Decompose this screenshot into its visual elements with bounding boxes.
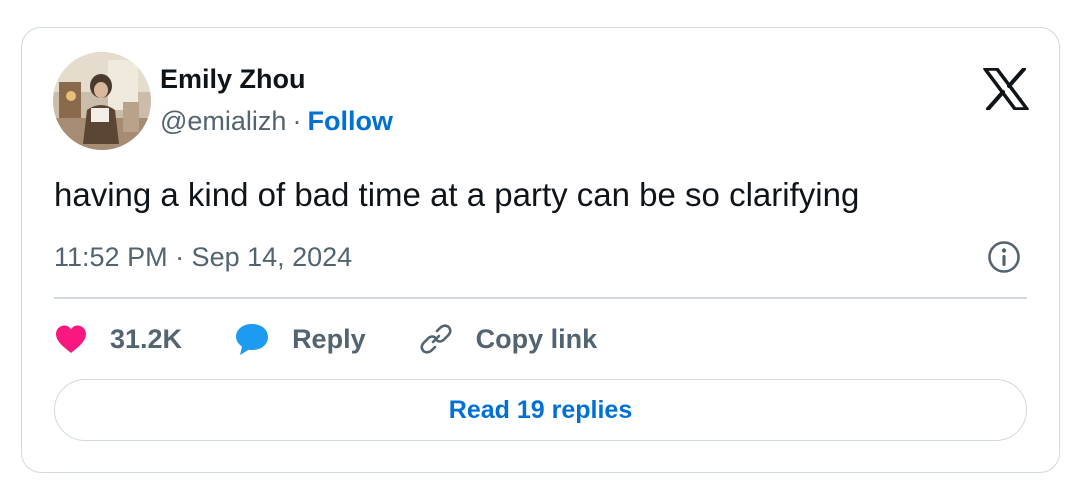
avatar-photo	[53, 52, 151, 150]
follow-button[interactable]: Follow	[307, 106, 392, 136]
like-button[interactable]: 31.2K	[54, 324, 182, 355]
heart-icon	[54, 324, 88, 354]
author-name[interactable]: Emily Zhou	[160, 64, 306, 95]
x-logo-icon[interactable]	[983, 67, 1029, 111]
author-handle-row: @emializh · Follow	[160, 106, 393, 137]
like-count: 31.2K	[110, 323, 183, 354]
separator-dot: ·	[292, 106, 302, 136]
copy-link-button[interactable]: Copy link	[418, 321, 598, 357]
link-icon	[418, 321, 454, 357]
copy-link-label: Copy link	[475, 323, 598, 354]
speech-bubble-icon	[234, 322, 270, 356]
read-replies-button[interactable]: Read 19 replies	[54, 379, 1027, 441]
divider	[54, 297, 1027, 299]
reply-button[interactable]: Reply	[234, 322, 366, 356]
author-handle[interactable]: @emializh	[160, 106, 286, 136]
tweet-text: having a kind of bad time at a party can…	[54, 176, 860, 213]
tweet-card: Emily Zhou @emializh · Follow having a kin…	[21, 27, 1060, 473]
tweet-timestamp[interactable]: 11:52 PM · Sep 14, 2024	[54, 242, 352, 273]
info-icon[interactable]	[987, 240, 1021, 274]
reply-label: Reply	[292, 323, 366, 354]
action-bar: 31.2K Reply Copy link	[54, 318, 649, 360]
avatar[interactable]	[53, 52, 151, 150]
